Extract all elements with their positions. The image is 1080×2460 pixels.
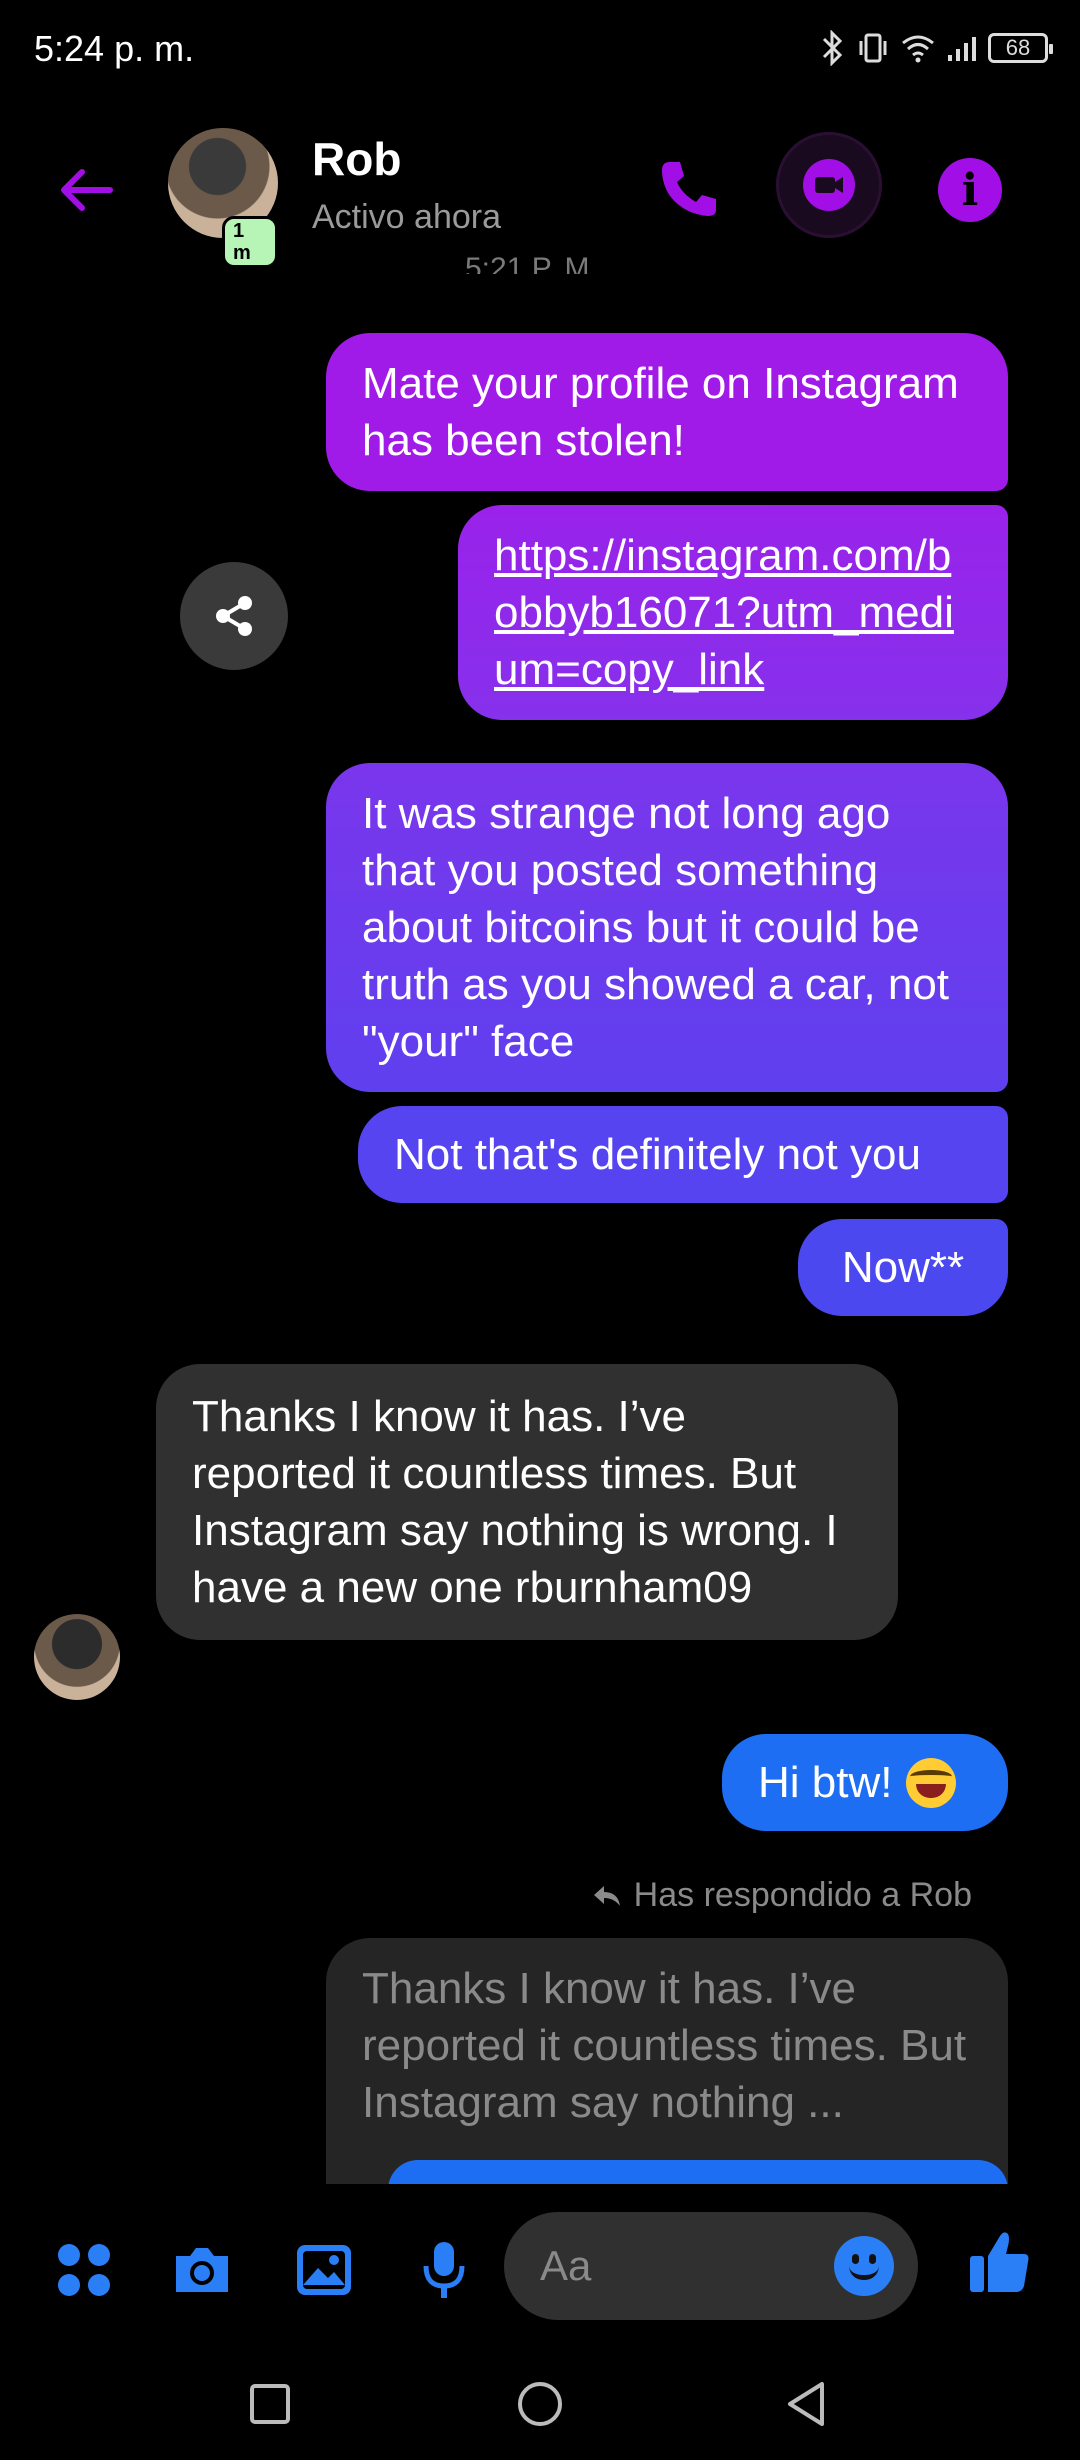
image-icon (297, 2245, 351, 2295)
active-time-badge: 1 m (222, 216, 278, 268)
info-button[interactable]: i (938, 158, 1002, 222)
reply-indicator: Has respondido a Rob (590, 1876, 972, 1915)
message-sent-4[interactable]: Now** (798, 1219, 1008, 1316)
voice-call-button[interactable] (650, 150, 730, 230)
home-button[interactable] (512, 2376, 568, 2432)
message-sent-5[interactable]: Hi btw! (722, 1734, 1008, 1831)
message-sent-3[interactable]: Not that's definitely not you (358, 1106, 1008, 1203)
menu-button[interactable] (52, 2238, 116, 2302)
info-icon: i (961, 164, 979, 216)
phone-icon (662, 162, 716, 216)
bluetooth-icon (822, 30, 843, 66)
microphone-icon (423, 2242, 465, 2298)
message-input[interactable]: Aa (504, 2212, 918, 2320)
battery-icon: 68 (988, 33, 1053, 63)
quoted-message[interactable]: Thanks I know it has. I’ve reported it c… (326, 1938, 1008, 2184)
reply-arrow-icon (593, 1885, 620, 1906)
message-sent-1[interactable]: Mate your profile on Instagram has been … (326, 333, 1008, 491)
triangle-back-icon (788, 2382, 824, 2426)
share-button[interactable] (180, 562, 288, 670)
composer: Aa (0, 2208, 1080, 2328)
message-sent-2[interactable]: It was strange not long ago that you pos… (326, 763, 1008, 1092)
wifi-icon (902, 35, 934, 63)
quoted-text: Thanks I know it has. I’ve reported it c… (362, 1964, 967, 2127)
emoji-button[interactable] (834, 2236, 894, 2296)
back-button[interactable] (48, 150, 128, 230)
message-received-1[interactable]: Thanks I know it has. I’ve reported it c… (156, 1364, 898, 1640)
sender-avatar[interactable] (34, 1614, 120, 1700)
like-button[interactable] (968, 2230, 1032, 2294)
circle-icon (518, 2382, 562, 2426)
contact-name[interactable]: Rob (312, 132, 401, 186)
contact-avatar[interactable]: 1 m (168, 128, 278, 268)
chat-header: 1 m Rob Activo ahora i (0, 110, 1080, 268)
arrow-left-icon (61, 169, 113, 211)
status-time: 5:24 p. m. (34, 28, 195, 69)
four-dots-icon (58, 2244, 110, 2296)
signal-icon (948, 37, 976, 61)
system-navigation-bar (0, 2340, 1080, 2460)
square-icon (250, 2384, 290, 2424)
smiley-icon (852, 2254, 859, 2264)
message-placeholder: Aa (540, 2242, 592, 2289)
status-icons: 68 (820, 30, 1053, 66)
thumbs-up-icon (970, 2232, 1029, 2292)
camera-button[interactable] (170, 2238, 234, 2302)
message-text: Hi btw! (758, 1758, 893, 1807)
vibrate-icon (859, 33, 887, 63)
back-nav-button[interactable] (780, 2376, 836, 2432)
share-icon (216, 596, 252, 636)
video-call-button[interactable] (776, 132, 882, 238)
reply-label: Has respondido a Rob (633, 1876, 972, 1914)
contact-status: Activo ahora (312, 198, 501, 236)
message-link[interactable]: https://instagram.com/bobbyb16071?utm_me… (458, 505, 1008, 720)
status-bar: 5:24 p. m. 68 (0, 0, 1080, 100)
timestamp: 5:21 P. M. (465, 252, 598, 274)
laughing-emoji-icon (906, 1757, 957, 1808)
video-camera-icon (803, 159, 855, 211)
recents-button[interactable] (242, 2376, 298, 2432)
voice-message-button[interactable] (412, 2238, 476, 2302)
camera-icon (176, 2248, 228, 2292)
gallery-button[interactable] (292, 2238, 356, 2302)
